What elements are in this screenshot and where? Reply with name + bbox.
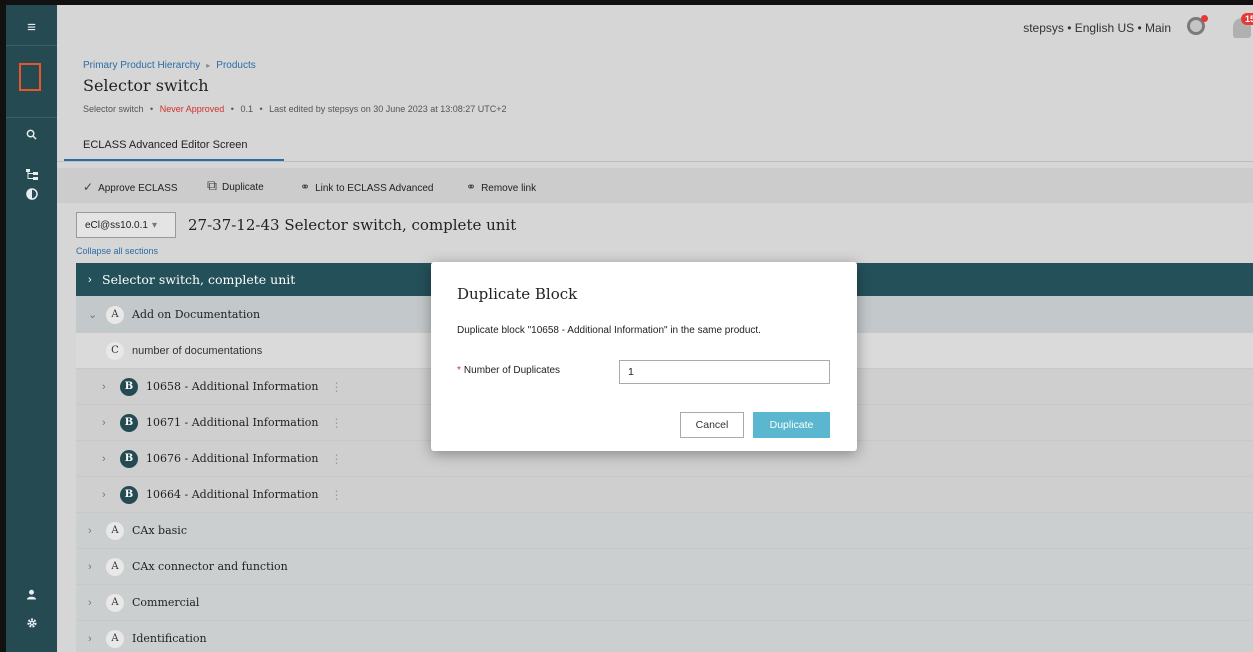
meta-edited: Last edited by stepsys on 30 June 2023 a… [269,104,507,114]
menu-icon[interactable]: ≡ [6,19,57,36]
sidebar-divider [6,117,57,118]
kebab-menu-icon[interactable]: ⋮ [330,452,342,466]
duplicate-block-dialog: Duplicate Block Duplicate block "10658 -… [431,262,857,451]
breadcrumb-separator: ▸ [206,61,211,70]
settings-icon[interactable] [6,617,57,632]
attribute-badge: A [106,593,124,612]
toolbar: ✓ Approve ECLASS ⧉ Duplicate ⚭ Link to ECLA… [57,168,1253,203]
remove-link-label: Remove link [481,183,537,194]
chevron-right-icon: › [88,632,92,645]
number-of-duplicates-input[interactable] [619,360,830,384]
chevron-right-icon: › [88,560,92,573]
object-meta: Selector switch • Never Approved • 0.1 •… [83,104,507,114]
search-icon[interactable] [6,128,57,143]
section-label: Commercial [132,596,200,609]
dialog-message: Duplicate block "10658 - Additional Info… [457,325,761,336]
dialog-title: Duplicate Block [457,285,578,303]
breadcrumb: Primary Product Hierarchy ▸ Products [83,60,256,71]
remove-link-button[interactable]: ⚭ Remove link [466,180,536,194]
section-label: Selector switch, complete unit [102,272,296,287]
number-of-duplicates-label: * Number of Duplicates [457,365,560,376]
section-row[interactable]: › A Commercial [76,585,1253,621]
duplicate-icon: ⧉ [207,177,217,193]
meta-dot: • [150,104,154,114]
property-label: number of documentations [132,344,263,357]
meta-dot: • [259,104,263,114]
app-logo[interactable] [19,63,41,91]
sidebar-divider [6,45,57,46]
link-eclass-advanced-button[interactable]: ⚭ Link to ECLASS Advanced [300,180,433,194]
tab-eclass-advanced-editor[interactable]: ECLASS Advanced Editor Screen [83,139,247,151]
kebab-menu-icon[interactable]: ⋮ [330,380,342,394]
block-badge: B [120,449,138,468]
user-context[interactable]: stepsys • English US • Main [1023,21,1171,35]
meta-dot: • [230,104,234,114]
user-icon[interactable] [6,588,57,603]
block-label: 10664 - Additional Information [146,488,319,501]
chevron-right-icon: › [102,416,106,429]
page-title: Selector switch [83,76,209,95]
approve-eclass-button[interactable]: ✓ Approve ECLASS [83,180,178,194]
checkmark-icon: ✓ [83,180,94,194]
section-row[interactable]: › A CAx connector and function [76,549,1253,585]
block-label: 10676 - Additional Information [146,452,319,465]
section-row[interactable]: › A Identification [76,621,1253,652]
block-label: 10671 - Additional Information [146,416,319,429]
block-badge: B [120,377,138,396]
topbar: stepsys • English US • Main 15 [953,5,1253,45]
notification-badge: 15 [1240,13,1253,25]
chevron-right-icon: › [102,380,106,393]
kebab-menu-icon[interactable]: ⋮ [330,416,342,430]
chevron-right-icon: › [102,452,106,465]
attribute-badge: A [106,557,124,576]
block-badge: B [120,413,138,432]
meta-name: Selector switch [83,104,144,114]
unlink-icon: ⚭ [466,180,477,194]
status-dot [1201,15,1208,22]
attribute-badge: A [106,629,124,648]
required-marker: * [457,365,461,376]
duplicate-button[interactable]: ⧉ Duplicate [207,177,264,194]
block-badge: B [120,485,138,504]
chevron-right-icon: › [88,273,92,286]
approval-status: Never Approved [159,104,225,114]
tab-divider [57,161,1253,162]
breadcrumb-item[interactable]: Products [216,60,255,71]
hierarchy-icon[interactable] [6,168,57,183]
theme-icon[interactable] [6,188,57,203]
breadcrumb-item[interactable]: Primary Product Hierarchy [83,60,200,71]
cancel-button[interactable]: Cancel [680,412,744,438]
link-icon: ⚭ [300,180,311,194]
chevron-right-icon: › [88,596,92,609]
section-label: CAx basic [132,524,187,537]
meta-version: 0.1 [240,104,253,114]
block-label: 10658 - Additional Information [146,380,319,393]
section-label: Add on Documentation [132,308,261,321]
approve-label: Approve ECLASS [98,183,178,194]
duplicate-confirm-button[interactable]: Duplicate [753,412,830,438]
field-label-text: Number of Duplicates [463,365,561,376]
duplicate-label: Duplicate [222,182,264,193]
section-row[interactable]: › A CAx basic [76,513,1253,549]
class-title: 27-37-12-43 Selector switch, complete un… [188,216,517,234]
version-value: eCl@ss10.0.1 [85,220,148,231]
link-label: Link to ECLASS Advanced [315,183,434,194]
version-select[interactable]: eCl@ss10.0.1 ▾ [76,212,176,238]
sidebar: ≡ [6,5,57,652]
attribute-badge: A [106,521,124,540]
characteristic-badge: C [106,341,124,360]
section-label: CAx connector and function [132,560,288,573]
chevron-right-icon: › [102,488,106,501]
block-row[interactable]: › B 10664 - Additional Information ⋮ [76,477,1253,513]
collapse-all-link[interactable]: Collapse all sections [76,246,158,256]
section-label: Identification [132,632,207,645]
chevron-down-icon: ⌄ [88,309,98,321]
kebab-menu-icon[interactable]: ⋮ [330,488,342,502]
caret-down-icon: ▾ [151,220,157,231]
chevron-right-icon: › [88,524,92,537]
attribute-badge: A [106,305,124,324]
